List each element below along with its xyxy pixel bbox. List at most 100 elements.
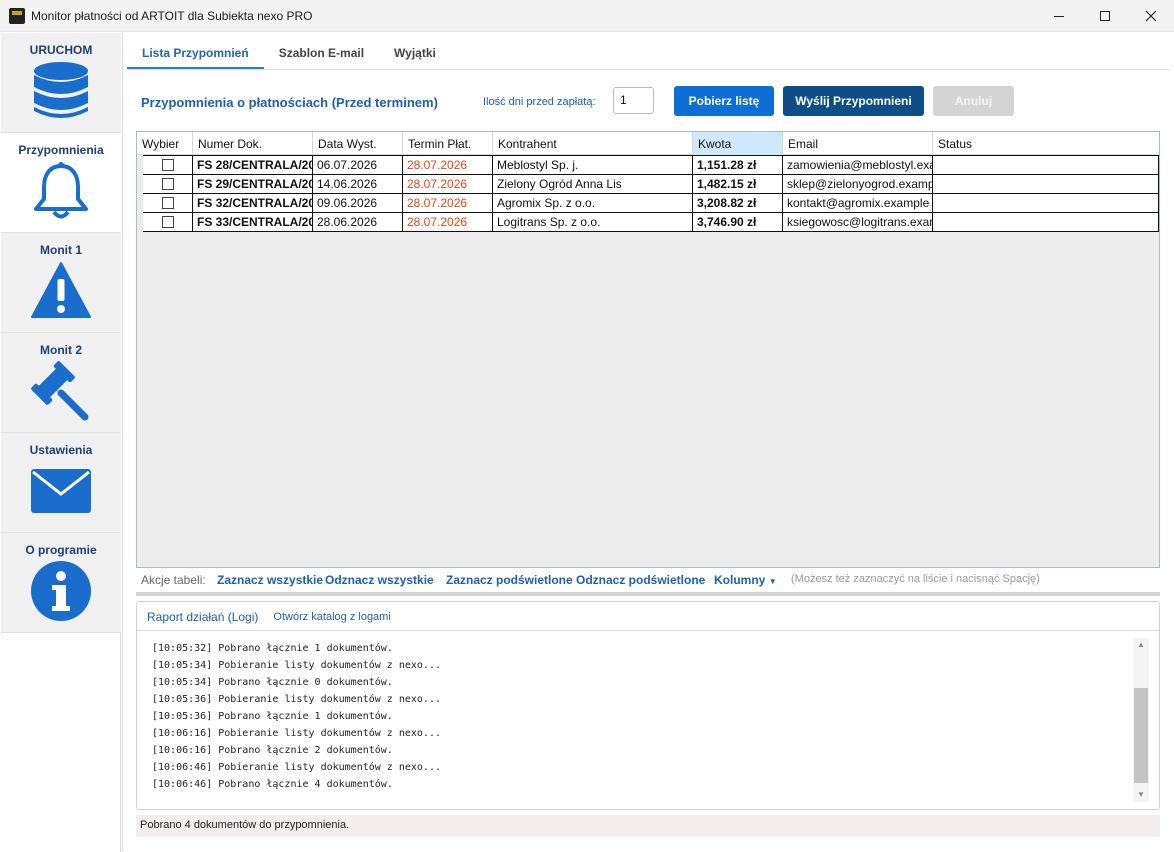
maximize-icon — [1100, 11, 1110, 21]
table-row[interactable]: FS 32/CENTRALA/2026 09.06.2026 28.07.202… — [143, 193, 1159, 212]
select-cell[interactable] — [143, 194, 193, 212]
row-checkbox[interactable] — [162, 197, 174, 209]
log-scrollbar[interactable]: ▲ ▼ — [1133, 638, 1149, 802]
open-log-folder-link[interactable]: Otwórz katalog z logami — [273, 611, 390, 623]
sidebar-item-label: O programie — [25, 543, 97, 557]
email-cell: ksiegowosc@logitrans.example — [783, 213, 933, 231]
app-logo-icon — [9, 7, 25, 24]
amount-cell: 3,208.82 zł — [693, 194, 783, 212]
log-line: [10:05:34] Pobrano łącznie 0 dokumentów. — [152, 677, 393, 688]
log-line: [10:05:36] Pobrano łącznie 1 dokumentów. — [152, 711, 393, 722]
sidebar-item-label: Przypomnienia — [18, 143, 104, 157]
sidebar-item-ustawienia[interactable]: Ustawienia — [1, 433, 121, 533]
envelope-icon — [31, 469, 91, 513]
select-cell[interactable] — [143, 175, 193, 193]
send-reminders-button[interactable]: Wyślij Przypomnieni — [783, 86, 924, 116]
row-checkbox[interactable] — [162, 178, 174, 190]
gavel-icon — [31, 361, 89, 421]
row-checkbox[interactable] — [162, 159, 174, 171]
issue-date-cell: 28.06.2026 — [313, 213, 403, 231]
sidebar-item-monit-2[interactable]: Monit 2 — [1, 333, 121, 433]
deselect-all-link[interactable]: Odznacz wszystkie — [325, 573, 434, 587]
log-panel: Raport działań (Logi) Otwórz katalog z l… — [136, 601, 1160, 810]
minimize-button[interactable] — [1036, 0, 1082, 32]
contractor-cell: Meblostyl Sp. j. — [493, 156, 693, 174]
documents-grid[interactable]: Wybier Numer Dok. Data Wyst. Termin Płat… — [136, 131, 1160, 568]
row-checkbox[interactable] — [162, 216, 174, 228]
issue-date-cell: 09.06.2026 — [313, 194, 403, 212]
info-icon — [31, 561, 91, 621]
log-divider — [137, 630, 1159, 631]
log-output[interactable]: [10:05:32] Pobrano łącznie 1 dokumentów.… — [152, 640, 1132, 793]
due-date-cell: 28.07.2026 — [403, 194, 493, 212]
table-row[interactable]: FS 29/CENTRALA/2026 14.06.2026 28.07.202… — [143, 174, 1159, 193]
column-header-data[interactable]: Data Wyst. — [313, 132, 403, 155]
sidebar-item-przypomnienia[interactable]: Przypomnienia — [1, 133, 121, 233]
status-cell — [933, 175, 1159, 193]
log-line: [10:05:34] Pobieranie listy dokumentów z… — [152, 660, 441, 671]
table-row[interactable]: FS 28/CENTRALA/2026 06.07.2026 28.07.202… — [143, 155, 1159, 174]
table-actions-label: Akcje tabeli: — [141, 573, 206, 587]
column-header-wybier[interactable]: Wybier — [137, 132, 193, 155]
tab-szablon-email[interactable]: Szablon E-mail — [264, 41, 379, 69]
column-header-numer[interactable]: Numer Dok. — [193, 132, 313, 155]
doc-number-cell: FS 32/CENTRALA/2026 — [193, 194, 313, 212]
sidebar-item-uruchom[interactable]: URUCHOM — [1, 33, 121, 133]
contractor-cell: Logitrans Sp. z o.o. — [493, 213, 693, 231]
column-header-kontrahent[interactable]: Kontrahent — [493, 132, 693, 155]
log-line: [10:06:16] Pobrano łącznie 2 dokumentów. — [152, 745, 393, 756]
column-header-email[interactable]: Email — [783, 132, 933, 155]
days-before-input[interactable]: 1 — [613, 87, 654, 114]
minimize-icon — [1054, 15, 1064, 17]
column-header-termin[interactable]: Termin Płat. — [403, 132, 493, 155]
email-cell: sklep@zielonyogrod.example — [783, 175, 933, 193]
scroll-up-icon[interactable]: ▲ — [1133, 638, 1149, 652]
selection-hint: (Możesz też zaznaczyć na liście i nacisn… — [791, 573, 1040, 585]
bell-icon — [34, 162, 88, 219]
sidebar: URUCHOM Przypomnienia Monit 1 Monit 2 Us… — [1, 33, 121, 852]
columns-dropdown[interactable]: Kolumny ▼ — [714, 573, 777, 587]
email-cell: zamowienia@meblostyl.example — [783, 156, 933, 174]
amount-cell: 1,151.28 zł — [693, 156, 783, 174]
tab-divider — [127, 69, 1170, 70]
chevron-down-icon: ▼ — [768, 577, 777, 586]
doc-number-cell: FS 29/CENTRALA/2026 — [193, 175, 313, 193]
select-cell[interactable] — [143, 213, 193, 231]
fetch-list-button[interactable]: Pobierz listę — [674, 86, 774, 116]
sidebar-item-monit-1[interactable]: Monit 1 — [1, 233, 121, 333]
tab-wyjatki[interactable]: Wyjątki — [379, 41, 451, 69]
tab-strip: Lista Przypomnień Szablon E-mail Wyjątki — [127, 41, 451, 69]
select-highlighted-link[interactable]: Zaznacz podświetlone — [446, 573, 573, 587]
column-header-kwota[interactable]: Kwota — [693, 132, 783, 155]
select-all-link[interactable]: Zaznacz wszystkie — [217, 573, 323, 587]
table-row[interactable]: FS 33/CENTRALA/2026 28.06.2026 28.07.202… — [143, 212, 1159, 232]
sidebar-item-label: Monit 2 — [40, 343, 82, 357]
deselect-highlighted-link[interactable]: Odznacz podświetlone — [576, 573, 705, 587]
columns-label: Kolumny — [714, 573, 766, 587]
sidebar-item-label: Ustawienia — [29, 443, 93, 457]
select-cell[interactable] — [143, 156, 193, 174]
email-cell: kontakt@agromix.example — [783, 194, 933, 212]
amount-cell: 3,746.90 zł — [693, 213, 783, 231]
sidebar-item-o-programie[interactable]: O programie — [1, 533, 121, 633]
issue-date-cell: 14.06.2026 — [313, 175, 403, 193]
warning-icon — [31, 262, 91, 318]
sidebar-item-label: URUCHOM — [29, 43, 93, 57]
window-title: Monitor płatności od ARTOIT dla Subiekta… — [31, 8, 313, 23]
contractor-cell: Agromix Sp. z o.o. — [493, 194, 693, 212]
log-line: [10:06:46] Pobrano łącznie 4 dokumentów. — [152, 779, 393, 790]
close-button[interactable] — [1128, 0, 1174, 32]
due-date-cell: 28.07.2026 — [403, 175, 493, 193]
maximize-button[interactable] — [1082, 0, 1128, 32]
cancel-button[interactable]: Anuluj — [933, 86, 1014, 116]
grid-header: Wybier Numer Dok. Data Wyst. Termin Płat… — [137, 132, 1159, 155]
scroll-thumb[interactable] — [1134, 688, 1148, 783]
log-line: [10:05:36] Pobieranie listy dokumentów z… — [152, 694, 441, 705]
tab-lista-przypomnien[interactable]: Lista Przypomnień — [127, 41, 264, 69]
log-header: Raport działań (Logi) Otwórz katalog z l… — [147, 610, 391, 624]
splitter[interactable] — [136, 592, 1160, 596]
status-bar: Pobrano 4 dokumentów do przypomnienia. — [136, 815, 1160, 837]
table-actions: Akcje tabeli: Zaznacz wszystkie Odznacz … — [141, 573, 1161, 589]
column-header-status[interactable]: Status — [933, 132, 1159, 155]
scroll-down-icon[interactable]: ▼ — [1133, 788, 1149, 802]
